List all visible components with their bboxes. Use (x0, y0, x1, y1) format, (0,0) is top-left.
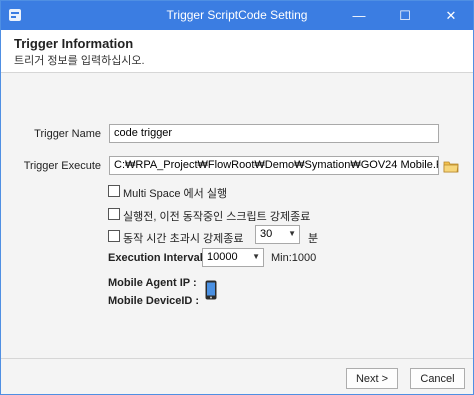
folder-icon (443, 161, 459, 172)
chevron-down-icon: ▼ (252, 252, 260, 261)
execution-interval-min: Min:1000 (271, 252, 317, 264)
minimize-button[interactable]: — (337, 1, 381, 30)
multi-space-checkbox[interactable] (108, 185, 120, 197)
chevron-down-icon: ▼ (288, 229, 296, 238)
timeout-force-label: 동작 시간 초과시 강제종료 (123, 233, 244, 245)
close-button[interactable]: ✕ (429, 1, 473, 30)
timeout-select[interactable]: 30 ▼ (255, 225, 300, 244)
mobile-phone-icon (205, 280, 217, 300)
mobile-device-id-label: Mobile DeviceID : (108, 295, 200, 307)
force-quit-before-checkbox[interactable] (108, 208, 120, 220)
browse-button[interactable] (441, 156, 461, 175)
header-subtitle: 트리거 정보를 입력하십시오. (14, 55, 145, 67)
timeout-value: 30 (260, 228, 273, 240)
multi-space-label: Multi Space 에서 실행 (123, 188, 228, 200)
execution-interval-value: 10000 (207, 251, 238, 263)
next-button[interactable]: Next > (346, 368, 398, 389)
execution-interval-label: Execution Interval. (108, 252, 206, 264)
header-title: Trigger Information (14, 36, 134, 51)
title-bar[interactable]: Trigger ScriptCode Setting — ☐ ✕ (1, 1, 473, 30)
header-panel: Trigger Information 트리거 정보를 입력하십시오. (1, 30, 473, 73)
maximize-button[interactable]: ☐ (383, 1, 427, 30)
mobile-agent-ip-label: Mobile Agent IP : (108, 277, 197, 289)
cancel-button[interactable]: Cancel (410, 368, 465, 389)
force-quit-before-label: 실행전, 이전 동작중인 스크립트 강제종료 (123, 211, 311, 223)
execution-interval-select[interactable]: 10000 ▼ (202, 248, 264, 267)
dialog-window: Trigger ScriptCode Setting — ☐ ✕ Trigger… (0, 0, 474, 395)
trigger-execute-input[interactable]: C:₩RPA_Project₩FlowRoot₩Demo₩Symation₩GO… (109, 156, 439, 175)
trigger-name-input[interactable]: code trigger (109, 124, 439, 143)
trigger-execute-label: Trigger Execute (23, 160, 101, 172)
timeout-force-checkbox[interactable] (108, 230, 120, 242)
timeout-unit: 분 (308, 233, 319, 245)
footer-bar: Next > Cancel (1, 358, 473, 394)
trigger-name-label: Trigger Name (34, 128, 101, 140)
